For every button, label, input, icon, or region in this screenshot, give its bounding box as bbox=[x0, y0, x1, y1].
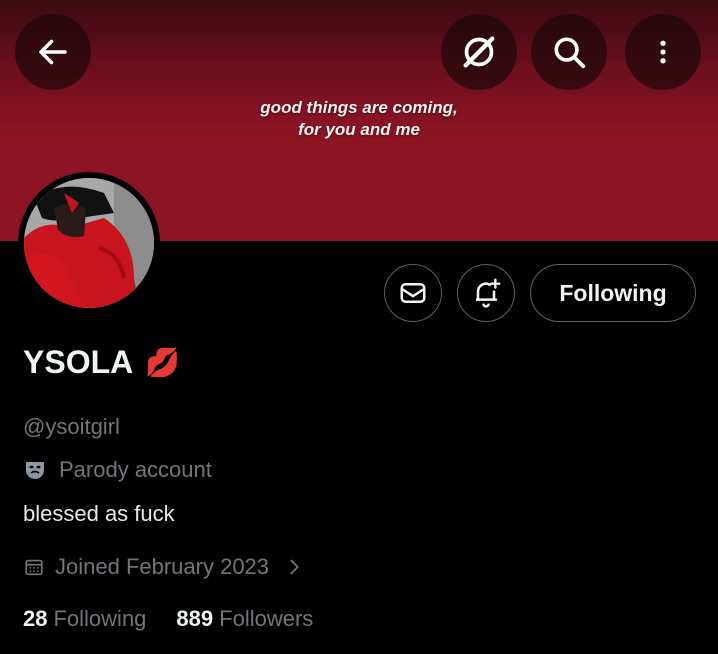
following-stat[interactable]: 28 Following bbox=[23, 606, 146, 632]
display-name: YSOLA bbox=[23, 344, 134, 380]
theater-mask-icon bbox=[26, 462, 44, 479]
followers-stat-label: Followers bbox=[219, 606, 314, 631]
calendar-icon bbox=[25, 559, 43, 576]
avatar[interactable] bbox=[18, 172, 160, 314]
banner-text-line2: for you and me bbox=[298, 120, 420, 139]
avatar-image bbox=[24, 178, 154, 308]
kiss-emoji-icon: 💋 bbox=[145, 347, 181, 378]
following-count: 28 bbox=[23, 606, 48, 631]
followers-count: 889 bbox=[176, 606, 214, 631]
bell-plus-icon bbox=[476, 278, 501, 308]
chevron-right-icon bbox=[290, 559, 299, 575]
joined-date: Joined February 2023 bbox=[55, 554, 270, 579]
banner-text-line1: good things are coming, bbox=[260, 98, 458, 117]
notify-button[interactable] bbox=[457, 264, 515, 322]
handle: @ysoitgirl bbox=[23, 414, 120, 439]
following-stat-label: Following bbox=[53, 606, 147, 631]
search-icon bbox=[554, 37, 586, 69]
followers-stat[interactable]: 889 Followers bbox=[176, 606, 313, 632]
envelope-icon bbox=[400, 283, 426, 303]
search-button[interactable] bbox=[531, 14, 607, 90]
following-button[interactable]: Following bbox=[530, 264, 696, 322]
message-button[interactable] bbox=[384, 264, 442, 322]
follow-stats: 28 Following 889 Followers bbox=[23, 606, 313, 632]
more-button[interactable] bbox=[625, 14, 701, 90]
joined-row[interactable]: Joined February 2023 bbox=[23, 554, 305, 580]
bio: blessed as fuck bbox=[23, 501, 175, 526]
display-name-row: YSOLA 💋 bbox=[23, 344, 180, 381]
back-button[interactable] bbox=[15, 14, 91, 90]
parody-label-row: Parody account bbox=[23, 457, 212, 483]
more-vertical-icon bbox=[660, 40, 666, 64]
parody-label: Parody account bbox=[59, 457, 212, 482]
arrow-left-icon bbox=[39, 39, 67, 65]
grok-icon bbox=[463, 36, 495, 68]
grok-button[interactable] bbox=[441, 14, 517, 90]
